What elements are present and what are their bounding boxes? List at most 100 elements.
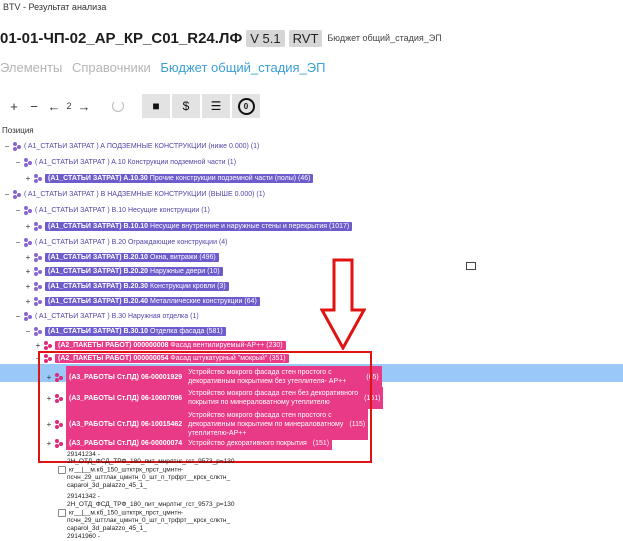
group-node-icon (13, 189, 22, 199)
tree-row[interactable]: − ( A1_СТАТЬИ ЗАТРАТ ) B.10 Несущие конс… (14, 204, 210, 216)
row-code: (A1_СТАТЬИ ЗАТРАТ) B.20.20 (48, 267, 149, 275)
row-desc: Металлические конструкции (150, 297, 243, 305)
element-name-line4: caparol_3d_palazzo_45_1_ (67, 482, 147, 489)
collapse-toggle[interactable]: − (14, 238, 22, 247)
tab-budget[interactable]: Бюджет общий_стадия_ЭП (160, 60, 325, 75)
row-code: (A1_СТАТЬИ ЗАТРАТ) B.20.30 (48, 282, 149, 290)
row-count: (1) (201, 206, 210, 214)
element-cube-icon (58, 466, 66, 474)
element-name-line1: 2Н_ОТД_ФСД_ТРФ_180_пит_мнрлтнг_гст_9573_… (67, 458, 235, 465)
row-desc: НАДЗЕМНЫЕ КОНСТРУКЦИИ (ВЫШЕ 0.000) (107, 190, 255, 198)
tree-row[interactable]: + (A1_СТАТЬИ ЗАТРАТ) B.20.10 Окна, витра… (24, 251, 219, 263)
row-desc: Наружная отделка (127, 312, 189, 320)
group-node-icon (34, 252, 43, 262)
tree-row[interactable]: − (A1_СТАТЬИ ЗАТРАТ) B.30.10 Отделка фас… (24, 325, 226, 337)
zero-icon: 0 (237, 97, 255, 115)
row-count: (1) (250, 142, 260, 150)
row-count: (581) (206, 327, 223, 335)
expand-toggle[interactable]: + (24, 282, 32, 291)
expand-toggle[interactable]: + (24, 267, 32, 276)
collapse-button[interactable]: − (24, 96, 44, 116)
row-badge: (A1_СТАТЬИ ЗАТРАТ) B.20.20 Наружные двер… (45, 266, 223, 276)
dollar-icon: $ (182, 99, 190, 113)
group-node-icon (34, 326, 43, 336)
row-count: (230) (266, 341, 283, 349)
group-node-icon (34, 281, 43, 291)
package-node-icon (44, 340, 53, 350)
group-node-icon (24, 205, 33, 215)
row-desc: Несущие конструкции (127, 206, 200, 214)
row-code: ( A1_СТАТЬИ ЗАТРАТ ) B.20 (35, 238, 127, 246)
collapse-toggle[interactable]: − (3, 142, 11, 151)
row-count: (496) (199, 253, 216, 261)
row-desc: Фасад вентилируемый-АР++ (170, 341, 265, 349)
row-desc: Ограждающие конструкции (127, 238, 217, 246)
tree-row[interactable]: + (A1_СТАТЬИ ЗАТРАТ) B.20.20 Наружные дв… (24, 265, 223, 277)
row-count: (46) (298, 174, 311, 182)
window-title: BTV - Результат анализа (3, 2, 107, 12)
expand-toggle[interactable]: + (24, 222, 32, 231)
tree-row[interactable]: + (A1_СТАТЬИ ЗАТРАТ) A.10.30 Прочие конс… (24, 172, 314, 184)
row-count: (1) (190, 312, 199, 320)
element-id: 29141960 - (67, 533, 100, 540)
tree-row[interactable]: + (A1_СТАТЬИ ЗАТРАТ) B.20.40 Металлическ… (24, 295, 260, 307)
tab-elements[interactable]: Элементы (0, 60, 62, 75)
collapse-toggle[interactable]: − (14, 158, 22, 167)
collapse-toggle[interactable]: − (24, 327, 32, 336)
collapse-toggle[interactable]: − (3, 190, 11, 199)
row-code: ( A1_СТАТЬИ ЗАТРАТ ) A.10 (35, 158, 126, 166)
row-badge: (A1_СТАТЬИ ЗАТРАТ) B.20.10 Окна, витражи… (45, 252, 219, 262)
row-desc: Окна, витражи (150, 253, 198, 261)
row-desc: Несущие внутренние и наружные стены и пе… (150, 222, 328, 230)
arrow-left-icon[interactable]: ← (44, 96, 64, 116)
expand-toggle[interactable]: + (24, 297, 32, 306)
group-node-icon (24, 237, 33, 247)
format-chip: RVT (288, 29, 323, 47)
group-node-icon (34, 173, 43, 183)
row-code: (A1_СТАТЬИ ЗАТРАТ) B.20.40 (48, 297, 149, 305)
tree-row[interactable]: − ( A1_СТАТЬИ ЗАТРАТ ) B.20 Ограждающие … (14, 236, 228, 248)
tree-row[interactable]: − ( A1_СТАТЬИ ЗАТРАТ ) A ПОДЗЕМНЫЕ КОНСТ… (3, 140, 259, 152)
row-code: ( A1_СТАТЬИ ЗАТРАТ ) A (24, 142, 105, 150)
arrow-right-icon[interactable]: → (74, 96, 94, 116)
tree-row[interactable]: − ( A1_СТАТЬИ ЗАТРАТ ) B НАДЗЕМНЫЕ КОНСТ… (3, 188, 265, 200)
group-node-icon (34, 221, 43, 231)
row-badge: (A2_ПАКЕТЫ РАБОТ) 000000008 Фасад вентил… (55, 340, 286, 350)
toolbar: + − ← 2 → ■ $ ☰ 0 (4, 94, 262, 118)
group-node-icon (34, 266, 43, 276)
row-desc: Прочие конструкции подземной части (полы… (149, 174, 297, 182)
refresh-icon[interactable] (108, 96, 128, 116)
tree-row[interactable]: + (A1_СТАТЬИ ЗАТРАТ) B.20.30 Конструкции… (24, 280, 229, 292)
row-count: (4) (218, 238, 228, 246)
expand-toggle[interactable]: + (24, 253, 32, 262)
element-row[interactable]: кг__|__м.кб_150_штктрк_прст_цмнтн- (58, 509, 183, 517)
collapse-toggle[interactable]: − (14, 206, 22, 215)
list-button[interactable]: ☰ (202, 94, 230, 118)
row-desc: Отделка фасада (150, 327, 205, 335)
tree-row[interactable]: + (A1_СТАТЬИ ЗАТРАТ) B.10.10 Несущие вну… (24, 220, 353, 232)
currency-button[interactable]: $ (172, 94, 200, 118)
element-row[interactable]: кг__|__м.кб_150_штктрк_прст_цмнтн- (58, 466, 183, 474)
collapse-toggle[interactable]: − (14, 312, 22, 321)
expand-toggle[interactable]: + (24, 174, 32, 183)
annotation-box (38, 351, 372, 463)
expand-button[interactable]: + (4, 96, 24, 116)
row-desc: Конструкции подземной части (127, 158, 226, 166)
tree-row[interactable]: + (A2_ПАКЕТЫ РАБОТ) 000000008 Фасад вент… (34, 339, 286, 351)
row-code: (A1_СТАТЬИ ЗАТРАТ) B.10.10 (48, 222, 149, 230)
group-node-icon (13, 141, 22, 151)
version-chip: V 5.1 (246, 29, 285, 47)
keyboard-icon (466, 262, 476, 270)
row-code: (A2_ПАКЕТЫ РАБОТ) 000000008 (58, 341, 169, 349)
tab-references[interactable]: Справочники (72, 60, 151, 75)
tree-row[interactable]: − ( A1_СТАТЬИ ЗАТРАТ ) A.10 Конструкции … (14, 156, 236, 168)
zero-button[interactable]: 0 (232, 94, 260, 118)
row-desc: Конструкции кровли (150, 282, 216, 290)
element-name-line2: кг__|__м.кб_150_штктрк_прст_цмнтн- (69, 466, 184, 474)
element-id: 29141342 - (67, 493, 100, 500)
expand-toggle[interactable]: + (34, 341, 42, 350)
tree-row[interactable]: − ( A1_СТАТЬИ ЗАТРАТ ) B.30 Наружная отд… (14, 310, 199, 322)
row-count: (10) (207, 267, 220, 275)
group-node-icon (34, 296, 43, 306)
square-button[interactable]: ■ (142, 94, 170, 118)
